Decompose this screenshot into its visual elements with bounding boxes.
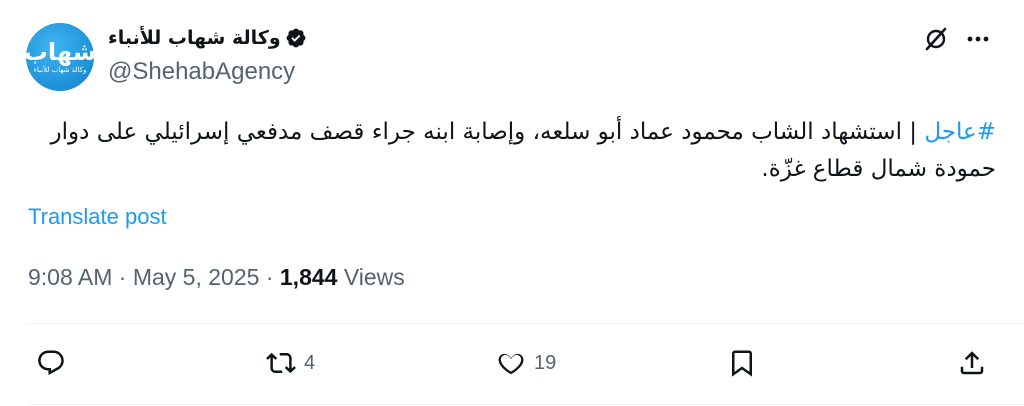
action-bar: 4 19 bbox=[0, 348, 1024, 384]
author-display-name[interactable]: وكالة شهاب للأنباء bbox=[108, 27, 281, 49]
retweet-count: 4 bbox=[304, 351, 316, 374]
bookmark-button[interactable] bbox=[727, 348, 757, 378]
tweet-text: #عاجل | استشهاد الشاب محمود عماد أبو سلع… bbox=[28, 114, 996, 188]
divider bbox=[28, 323, 1024, 324]
views-count: 1,844 bbox=[279, 264, 338, 290]
like-count: 19 bbox=[534, 351, 557, 374]
views-label: Views bbox=[343, 264, 405, 290]
reply-icon bbox=[38, 350, 64, 376]
translate-post-link[interactable]: Translate post bbox=[28, 204, 167, 230]
avatar-logo-text: شهاب bbox=[26, 37, 94, 66]
share-button[interactable] bbox=[957, 348, 987, 378]
avatar[interactable]: شهاب وكالة شهاب للأنباء bbox=[26, 23, 94, 91]
verified-badge-icon bbox=[286, 28, 306, 48]
author-handle[interactable]: @ShehabAgency bbox=[108, 58, 295, 86]
heart-icon bbox=[498, 353, 524, 375]
tweet-meta: 9:08 AM · May 5, 2025 · 1,844 Views bbox=[28, 264, 405, 291]
tweet-date[interactable]: May 5, 2025 bbox=[133, 264, 260, 290]
author-name-row[interactable]: وكالة شهاب للأنباء bbox=[108, 27, 307, 49]
reply-button[interactable] bbox=[36, 348, 74, 378]
bottom-divider bbox=[28, 404, 1024, 405]
like-button[interactable]: 19 bbox=[496, 348, 556, 378]
hashtag-link[interactable]: #عاجل bbox=[924, 119, 996, 145]
retweet-icon bbox=[266, 352, 296, 374]
meta-separator: · bbox=[118, 264, 127, 290]
more-icon[interactable] bbox=[964, 25, 992, 53]
bookmark-icon bbox=[732, 350, 752, 377]
avatar-logo-subtext: وكالة شهاب للأنباء bbox=[33, 65, 87, 74]
meta-separator-2: · bbox=[265, 264, 274, 290]
tweet-time[interactable]: 9:08 AM bbox=[28, 264, 112, 290]
tweet-body: | استشهاد الشاب محمود عماد أبو سلعه، وإص… bbox=[50, 119, 996, 182]
grok-icon[interactable] bbox=[922, 25, 950, 53]
share-icon bbox=[960, 351, 984, 375]
retweet-button[interactable]: 4 bbox=[266, 348, 315, 378]
